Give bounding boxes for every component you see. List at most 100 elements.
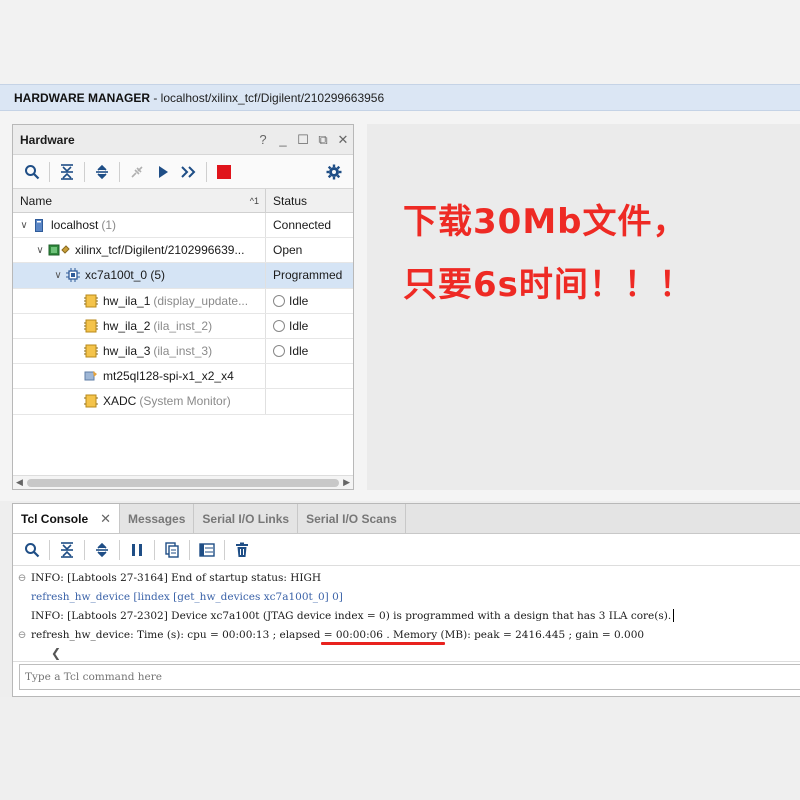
tree-item-label: xc7a100t_0 (5) [85,268,166,283]
tree-row-localhost[interactable]: ∨ localhost (1) Connected [13,213,353,239]
expand-all-icon[interactable] [89,537,115,563]
hardware-panel-header: Hardware ? _ ☐ ⧉ ✕ [13,125,353,155]
chip-icon [65,268,81,283]
status-cell [266,364,353,388]
text-cursor [673,609,675,622]
ila-icon [83,294,99,308]
window-title-path: - localhost/xilinx_tcf/Digilent/21029966… [150,91,385,105]
minimize-icon[interactable]: _ [273,132,293,147]
top-blank-area [0,0,800,84]
chevron-down-icon[interactable]: ∨ [17,220,31,231]
stop-trigger-icon[interactable] [211,159,237,185]
tree-item-label: hw_ila_3 [103,344,151,359]
tree-item-suffix: (System Monitor) [139,394,231,409]
auto-connect-icon[interactable] [124,159,150,185]
tree-item-label: XADC [103,394,137,409]
tree-item-label: mt25ql128-spi-x1_x2_x4 [103,369,234,384]
log-line-command: refresh_hw_device [lindex [get_hw_device… [31,590,343,603]
search-icon[interactable] [19,159,45,185]
float-icon[interactable]: ⧉ [313,132,333,148]
toolbar-separator [119,161,120,182]
table-view-icon[interactable] [194,537,220,563]
log-line: INFO: [Labtools 27-2302] Device xc7a100t… [13,606,800,625]
help-icon[interactable]: ? [253,132,273,147]
tree-item-suffix: (1) [101,218,117,233]
column-header-name[interactable]: Name ^1 [13,189,266,212]
window-title: HARDWARE MANAGER [14,91,150,105]
tab-serial-io-scans[interactable]: Serial I/O Scans [298,504,406,533]
tree-row-device[interactable]: ∨ xc7a100t_0 (5) Programmed [13,263,353,289]
tree-item-suffix: (ila_inst_2) [153,318,213,333]
status-cell: Idle [289,344,309,359]
maximize-icon[interactable]: ☐ [293,132,313,148]
run-trigger-immediate-icon[interactable] [176,159,202,185]
tcl-console-panel: Tcl Console ✕ Messages Serial I/O Links S… [12,503,800,697]
tree-row-flash[interactable]: mt25ql128-spi-x1_x2_x4 [13,364,353,390]
tab-serial-io-links[interactable]: Serial I/O Links [194,504,299,533]
ila-icon [83,319,99,333]
promo-line-2: 只要6s时间！！！ [403,265,694,305]
scroll-left-icon[interactable]: ◀ [16,477,23,488]
flash-memory-icon [83,369,99,383]
status-cell: Connected [273,218,332,233]
expand-all-icon[interactable] [89,159,115,185]
toolbar-separator [49,161,50,182]
scroll-left-icon[interactable]: ❮ [51,646,61,660]
tree-row-jtag-target[interactable]: ∨ xilinx_tcf/Digilent/2102996639... Open [13,238,353,264]
tab-tcl-console[interactable]: Tcl Console ✕ [13,504,121,534]
server-icon [31,218,47,232]
ila-icon [83,344,99,358]
tree-item-label: hw_ila_2 [103,318,151,333]
gear-icon[interactable] [321,159,347,185]
console-log: ⊖ INFO: [Labtools 27-3164] End of startu… [13,566,800,646]
run-trigger-icon[interactable] [150,159,176,185]
tree-item-label: localhost [51,218,99,233]
toolbar-separator [206,161,207,182]
tree-header: Name ^1 Status [13,189,353,213]
tree-item-label: hw_ila_1 [103,293,151,308]
pause-icon[interactable] [124,537,150,563]
status-cell [266,389,353,413]
toolbar-separator [84,161,85,182]
tree-item-suffix: (display_update... [153,293,249,308]
tree-row-ila-2[interactable]: hw_ila_2 (ila_inst_2) Idle [13,313,353,339]
copy-icon[interactable] [159,537,185,563]
status-cell: Programmed [273,268,343,283]
console-toolbar [13,534,800,566]
close-icon[interactable]: ✕ [333,132,353,148]
scrollbar-thumb[interactable] [27,479,339,487]
promo-line-1: 下载30Mb文件， [403,202,688,242]
trash-icon[interactable] [229,537,255,563]
xadc-icon [83,394,99,408]
tab-messages[interactable]: Messages [120,504,195,533]
tree-row-ila-1[interactable]: hw_ila_1 (display_update... Idle [13,288,353,314]
bottom-blank-area [0,697,800,800]
chevron-down-icon[interactable]: ∨ [33,245,47,256]
fold-minus-icon[interactable]: ⊖ [13,629,31,641]
fold-minus-icon[interactable]: ⊖ [13,572,31,584]
tree-item-label: xilinx_tcf/Digilent/2102996639... [75,243,245,258]
collapse-all-icon[interactable] [54,159,80,185]
hardware-panel: Hardware ? _ ☐ ⧉ ✕ Name ^1 Status ∨ loca… [12,124,354,490]
search-icon[interactable] [19,537,45,563]
hardware-toolbar [13,155,353,189]
scroll-right-icon[interactable]: ▶ [343,477,350,488]
chevron-down-icon[interactable]: ∨ [51,270,65,281]
horizontal-scrollbar[interactable]: ◀ ▶ [13,475,353,489]
window-title-bar: HARDWARE MANAGER - localhost/xilinx_tcf/… [0,84,800,111]
idle-radio-icon [273,345,285,358]
console-horizontal-scrollbar[interactable]: ❮ [13,646,800,662]
close-icon[interactable]: ✕ [100,504,111,534]
log-line: ⊖ INFO: [Labtools 27-3164] End of startu… [13,568,800,587]
status-cell: Idle [289,293,309,308]
status-cell: Idle [289,318,309,333]
column-header-status[interactable]: Status [266,189,353,212]
tcl-command-input[interactable] [19,664,800,690]
collapse-all-icon[interactable] [54,537,80,563]
idle-radio-icon [273,319,285,332]
tree-row-xadc[interactable]: XADC (System Monitor) [13,389,353,415]
idle-radio-icon [273,294,285,307]
jtag-cable-icon [47,243,71,257]
tree-row-ila-3[interactable]: hw_ila_3 (ila_inst_3) Idle [13,338,353,365]
tree-item-suffix: (ila_inst_3) [153,344,213,359]
